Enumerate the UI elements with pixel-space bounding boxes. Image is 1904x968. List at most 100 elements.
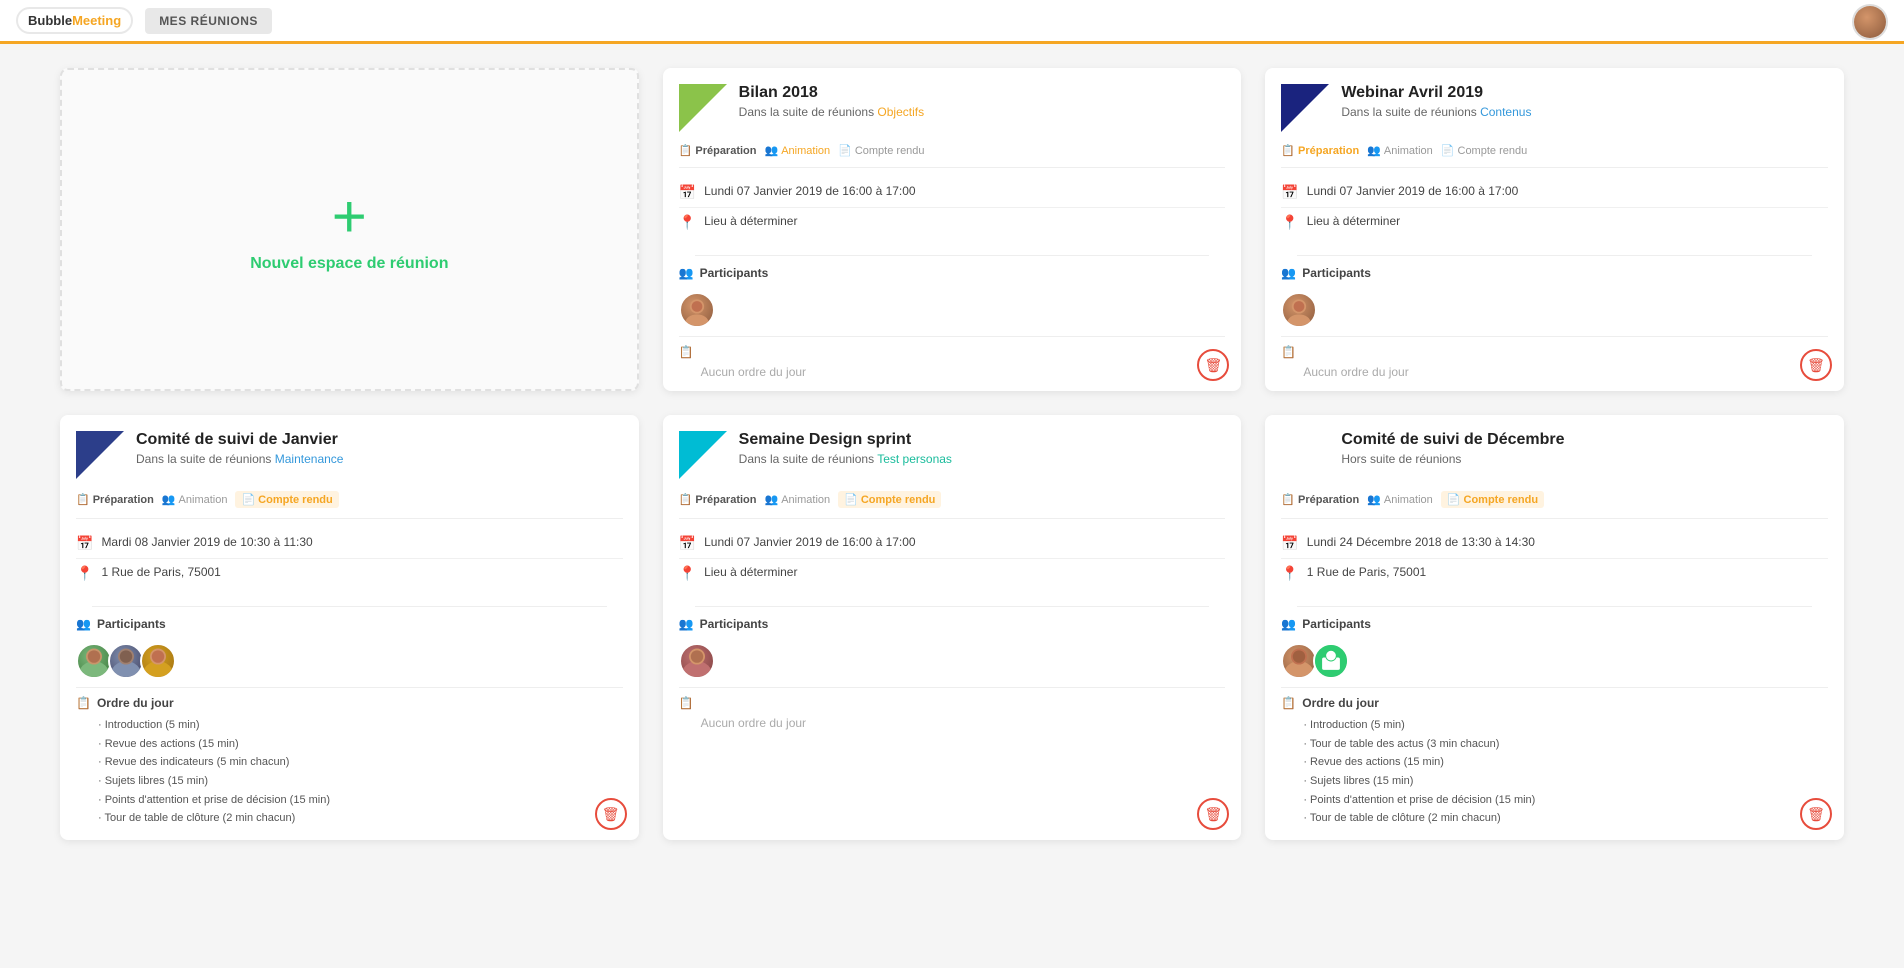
tab-animation[interactable]: 👥 Animation — [1367, 493, 1433, 506]
mes-reunions-button[interactable]: MES RÉUNIONS — [145, 8, 272, 34]
compte-label: Compte rendu — [258, 494, 333, 506]
compte-label: Compte rendu — [1458, 145, 1528, 157]
agenda-item: · Points d'attention et prise de décisio… — [98, 791, 623, 810]
agenda-empty: Aucun ordre du jour — [1281, 363, 1828, 379]
tab-compte-rendu[interactable]: 📄 Compte rendu — [838, 491, 941, 508]
tab-animation[interactable]: 👥 Animation — [765, 493, 831, 506]
tab-preparation[interactable]: 📋 Préparation — [1281, 493, 1359, 506]
participants-section: 👥 Participants — [60, 598, 639, 687]
delete-button[interactable]: 🗑 — [1197, 798, 1229, 830]
anim-label: Animation — [781, 145, 830, 157]
agenda-label: 📋 — [679, 696, 1226, 710]
suite-link[interactable]: Objectifs — [877, 105, 924, 119]
delete-button[interactable]: 🗑 — [1800, 798, 1832, 830]
date-text: Lundi 07 Janvier 2019 de 16:00 à 17:00 — [704, 535, 916, 549]
logo[interactable]: BubbleMeeting — [16, 7, 133, 34]
anim-label: Animation — [781, 494, 830, 506]
agenda-section: 📋 Aucun ordre du jour — [663, 688, 1242, 742]
agenda-label: 📋 Ordre du jour — [1281, 696, 1828, 710]
meeting-suite: Dans la suite de réunions Maintenance — [136, 452, 623, 466]
participants-icon: 👥 — [76, 617, 91, 631]
agenda-item: · Revue des actions (15 min) — [1303, 753, 1828, 772]
location-icon: 📍 — [1281, 214, 1298, 231]
card-title-block: Comité de suivi de Janvier Dans la suite… — [136, 431, 623, 466]
delete-button[interactable]: 🗑 — [1800, 349, 1832, 381]
anim-icon: 👥 — [162, 493, 176, 506]
compte-icon: 📄 — [1441, 144, 1455, 157]
card-header: Bilan 2018 Dans la suite de réunions Obj… — [663, 68, 1242, 140]
card-title-block: Bilan 2018 Dans la suite de réunions Obj… — [739, 84, 1226, 119]
agenda-title: Ordre du jour — [1302, 696, 1379, 710]
date-row: 📅 Mardi 08 Janvier 2019 de 10:30 à 11:30 — [76, 529, 623, 559]
delete-button[interactable]: 🗑 — [595, 798, 627, 830]
agenda-section: 📋 Ordre du jour · Introduction (5 min) ·… — [1265, 688, 1844, 840]
agenda-label: 📋 — [679, 345, 1226, 359]
tab-preparation[interactable]: 📋 Préparation — [679, 493, 757, 506]
calendar-icon: 📅 — [1281, 184, 1298, 201]
location-text: Lieu à déterminer — [704, 565, 797, 579]
agenda-item: · Tour de table des actus (3 min chacun) — [1303, 735, 1828, 754]
agenda-icon: 📋 — [679, 696, 694, 710]
tab-animation[interactable]: 👥 Animation — [1367, 144, 1433, 157]
tab-preparation[interactable]: 📋 Préparation — [76, 493, 154, 506]
card-tabs: 📋 Préparation 👥 Animation 📄 Compte rendu — [663, 140, 1242, 167]
new-meeting-card[interactable]: + Nouvel espace de réunion — [60, 68, 639, 391]
card-header: Webinar Avril 2019 Dans la suite de réun… — [1265, 68, 1844, 140]
meeting-card-comite-decembre: Comité de suivi de Décembre Hors suite d… — [1265, 415, 1844, 840]
meeting-card-webinar-avril-2019: Webinar Avril 2019 Dans la suite de réun… — [1265, 68, 1844, 391]
participants-label: 👥 Participants — [1281, 256, 1828, 280]
tab-compte-rendu[interactable]: 📄 Compte rendu — [1441, 144, 1527, 157]
prep-icon: 📋 — [1281, 144, 1295, 157]
tab-preparation[interactable]: 📋 Préparation — [679, 144, 757, 157]
card-header: Comité de suivi de Décembre Hors suite d… — [1265, 415, 1844, 487]
avatar-image — [1854, 6, 1886, 38]
logo-text: BubbleMeeting — [28, 13, 121, 28]
meetings-grid: + Nouvel espace de réunion Bilan 2018 Da… — [0, 44, 1904, 864]
tab-compte-rendu[interactable]: 📄 Compte rendu — [838, 144, 924, 157]
prep-label: Préparation — [1298, 494, 1359, 506]
meeting-title[interactable]: Webinar Avril 2019 — [1341, 84, 1828, 102]
meeting-title[interactable]: Semaine Design sprint — [739, 431, 1226, 449]
tab-preparation[interactable]: 📋 Préparation — [1281, 144, 1359, 157]
prep-icon: 📋 — [679, 493, 693, 506]
card-title-block: Webinar Avril 2019 Dans la suite de réun… — [1341, 84, 1828, 119]
meeting-card-semaine-design-sprint: Semaine Design sprint Dans la suite de r… — [663, 415, 1242, 840]
card-info: 📅 Lundi 07 Janvier 2019 de 16:00 à 17:00… — [663, 519, 1242, 598]
suite-link[interactable]: Contenus — [1480, 105, 1531, 119]
anim-icon: 👥 — [1367, 493, 1381, 506]
suite-link[interactable]: Maintenance — [275, 452, 344, 466]
anim-icon: 👥 — [1367, 144, 1381, 157]
agenda-section: 📋 Aucun ordre du jour — [663, 337, 1242, 391]
corner-indicator — [679, 431, 727, 479]
prep-label: Préparation — [1298, 145, 1359, 157]
tab-compte-rendu[interactable]: 📄 Compte rendu — [1441, 491, 1544, 508]
agenda-icon: 📋 — [679, 345, 694, 359]
tab-compte-rendu[interactable]: 📄 Compte rendu — [235, 491, 338, 508]
compte-label: Compte rendu — [861, 494, 936, 506]
suite-link[interactable]: Test personas — [877, 452, 952, 466]
compte-icon: 📄 — [838, 144, 852, 157]
agenda-label: 📋 — [1281, 345, 1828, 359]
agenda-item: · Introduction (5 min) — [1303, 716, 1828, 735]
calendar-icon: 📅 — [679, 184, 696, 201]
date-row: 📅 Lundi 24 Décembre 2018 de 13:30 à 14:3… — [1281, 529, 1828, 559]
meeting-title[interactable]: Bilan 2018 — [739, 84, 1226, 102]
prep-icon: 📋 — [679, 144, 693, 157]
agenda-icon: 📋 — [1281, 345, 1296, 359]
user-avatar[interactable] — [1852, 4, 1888, 40]
location-row: 📍 1 Rue de Paris, 75001 — [76, 559, 623, 588]
participant-avatar-2 — [1313, 643, 1349, 679]
location-row: 📍 1 Rue de Paris, 75001 — [1281, 559, 1828, 588]
agenda-items: · Introduction (5 min) · Revue des actio… — [76, 714, 623, 828]
meeting-title[interactable]: Comité de suivi de Janvier — [136, 431, 623, 449]
location-icon: 📍 — [679, 565, 696, 582]
location-row: 📍 Lieu à déterminer — [1281, 208, 1828, 237]
corner-indicator — [1281, 84, 1329, 132]
prep-icon: 📋 — [1281, 493, 1295, 506]
tab-animation[interactable]: 👥 Animation — [162, 493, 228, 506]
participants-text: Participants — [700, 266, 769, 280]
date-text: Lundi 24 Décembre 2018 de 13:30 à 14:30 — [1307, 535, 1535, 549]
meeting-title[interactable]: Comité de suivi de Décembre — [1341, 431, 1828, 449]
tab-animation[interactable]: 👥 Animation — [765, 144, 831, 157]
card-info: 📅 Lundi 24 Décembre 2018 de 13:30 à 14:3… — [1265, 519, 1844, 598]
